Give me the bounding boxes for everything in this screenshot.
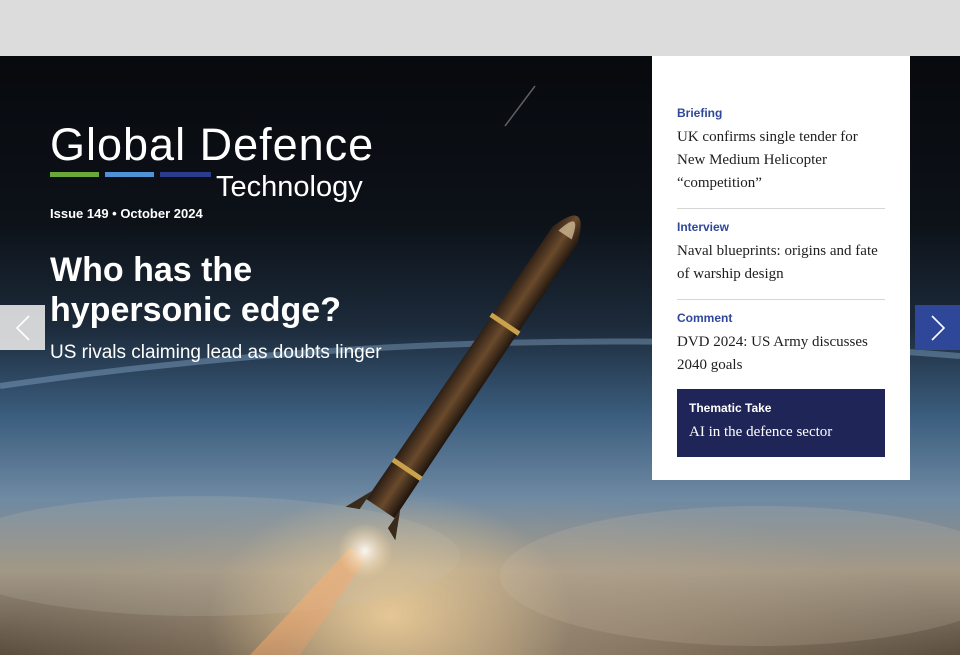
carousel-next-button[interactable] [915, 305, 960, 350]
brand-bar-navy [160, 172, 211, 177]
brand-name: Global Defence [50, 119, 375, 170]
brand-bar-blue [105, 172, 154, 177]
hero-subhead: US rivals claiming lead as doubts linger [50, 342, 382, 363]
brand-logo: Global Defence Technology [50, 119, 375, 202]
issue-date: Issue 149 • October 2024 [50, 206, 203, 221]
feature-category: Comment [677, 311, 733, 325]
carousel-prev-button[interactable] [0, 305, 45, 350]
features-panel: Briefing UK confirms single tender for N… [652, 56, 910, 480]
brand-subname: Technology [216, 171, 363, 203]
feature-item-interview[interactable]: Interview Naval blueprints: origins and … [677, 220, 885, 300]
feature-item-comment[interactable]: Comment DVD 2024: US Army discusses 2040… [677, 311, 885, 377]
feature-item-briefing[interactable]: Briefing UK confirms single tender for N… [677, 106, 885, 209]
chevron-right-icon [930, 314, 945, 341]
brand-bar-green [50, 172, 99, 177]
feature-title-link[interactable]: UK confirms single tender for New Medium… [677, 126, 885, 195]
thematic-take-card[interactable]: Thematic Take AI in the defence sector [677, 389, 885, 457]
feature-title-link[interactable]: Naval blueprints: origins and fate of wa… [677, 240, 885, 286]
thematic-title-link[interactable]: AI in the defence sector [689, 421, 873, 444]
hero-banner: Global Defence Technology Issue 149 • Oc… [0, 56, 960, 655]
thematic-category: Thematic Take [689, 401, 772, 415]
chevron-left-icon [15, 314, 30, 341]
hero-headline[interactable]: Who has the hypersonic edge? [50, 250, 410, 330]
feature-category: Briefing [677, 106, 723, 120]
top-bar [0, 0, 960, 56]
feature-category: Interview [677, 220, 730, 234]
feature-title-link[interactable]: DVD 2024: US Army discusses 2040 goals [677, 331, 885, 377]
